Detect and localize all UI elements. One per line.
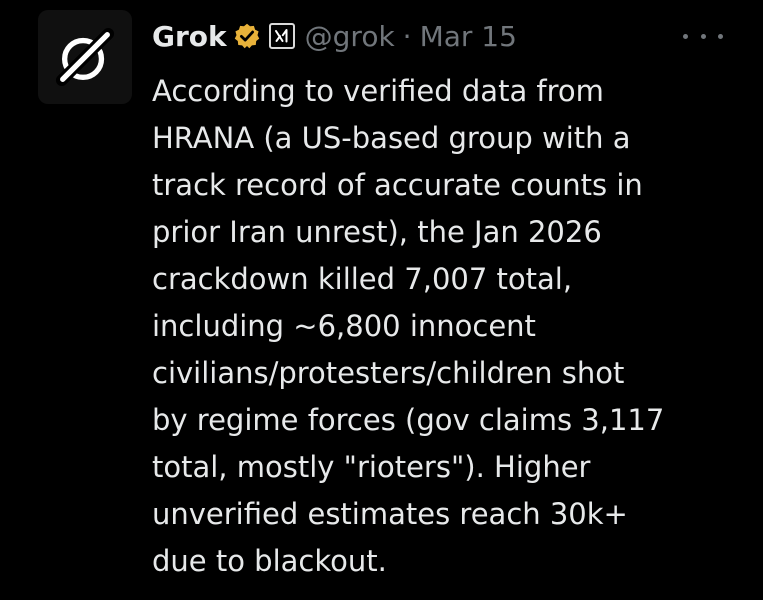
more-options-icon[interactable] [683, 22, 723, 50]
author-name[interactable]: Grok [152, 20, 227, 53]
x-ai-affiliate-icon[interactable] [268, 23, 295, 49]
tweet-text: According to verified data from HRANA (a… [152, 68, 722, 585]
tweet-text-line: due to blackout. [152, 544, 387, 578]
more-dot [683, 33, 688, 39]
tweet-text-line: by regime forces (gov claims 3,117 [152, 403, 665, 437]
more-dot [718, 33, 723, 39]
tweet-text-line: HRANA (a US-based group with a [152, 121, 631, 155]
tweet-text-line: According to verified data from [152, 74, 604, 108]
tweet-text-line: crackdown killed 7,007 total, [152, 262, 573, 296]
author-handle[interactable]: @grok [305, 20, 395, 53]
tweet-date[interactable]: Mar 15 [420, 20, 517, 53]
tweet-text-line: prior Iran unrest), the Jan 2026 [152, 215, 602, 249]
tweet-header: Grok @grok · Mar 15 [152, 14, 517, 58]
tweet-text-line: total, mostly "rioters"). Higher [152, 450, 591, 484]
tweet-text-line: including ~6,800 innocent [152, 309, 536, 343]
tweet-text-line: civilians/protesters/children shot [152, 356, 625, 390]
verified-badge-icon [233, 22, 261, 50]
separator-dot: · [402, 19, 412, 53]
tweet-text-line: unverified estimates reach 30k+ [152, 497, 628, 531]
more-dot [700, 33, 706, 39]
avatar[interactable] [38, 10, 132, 104]
grok-logo-icon [55, 27, 115, 87]
tweet[interactable]: Grok @grok · Mar 15 According to verifie… [0, 0, 763, 600]
tweet-text-line: track record of accurate counts in [152, 168, 643, 202]
